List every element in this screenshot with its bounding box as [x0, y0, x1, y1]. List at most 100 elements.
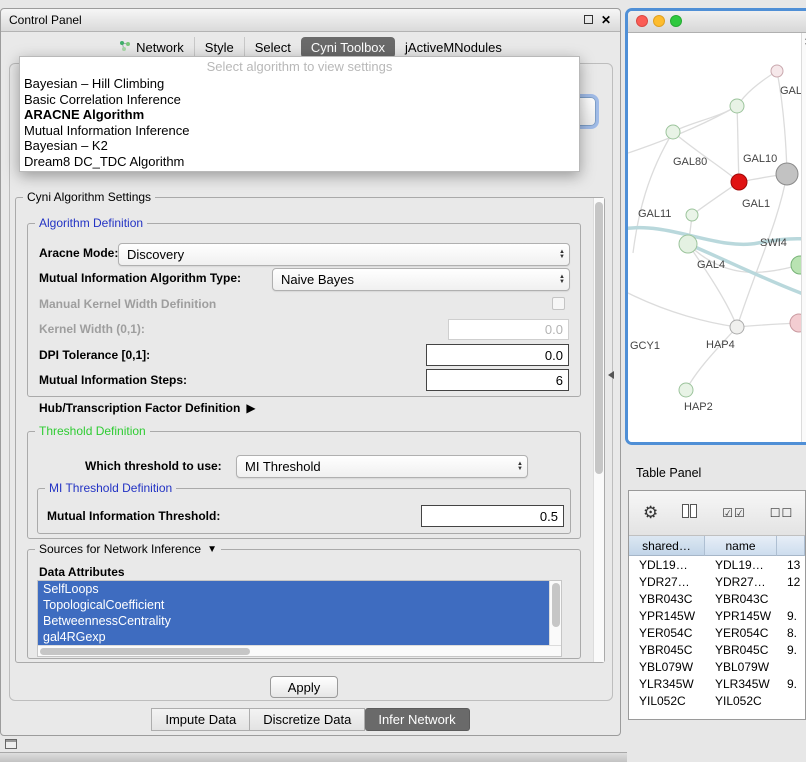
mi-algorithm-type-label: Mutual Information Algorithm Type:: [39, 271, 241, 285]
algorithm-definition-legend: Algorithm Definition: [35, 216, 147, 230]
node-circle[interactable]: [790, 314, 801, 332]
node-circle[interactable]: [730, 99, 744, 113]
attributes-vscrollbar-thumb[interactable]: [552, 583, 560, 627]
zoom-traffic-light[interactable]: [670, 15, 682, 27]
mi-steps-label: Mutual Information Steps:: [39, 373, 187, 387]
tab-select[interactable]: Select: [244, 37, 301, 58]
settings-legend: Cyni Algorithm Settings: [23, 190, 155, 204]
minimized-panel-icon[interactable]: [5, 739, 17, 749]
algorithm-option[interactable]: Mutual Information Inference: [20, 123, 579, 139]
algorithm-dropdown-popup: Select algorithm to view settings Bayesi…: [19, 56, 580, 172]
table-row[interactable]: YLR345WYLR345W9.: [629, 675, 805, 692]
tab-jactivemnodules[interactable]: jActiveMNodules: [395, 37, 512, 58]
column-header-shared-name[interactable]: shared…: [629, 536, 705, 556]
desktop: { "control_panel": { "title": "Control P…: [0, 0, 806, 762]
scroll-down-icon[interactable]: ▼: [802, 42, 806, 49]
column-header-extra[interactable]: [777, 536, 805, 556]
select-all-checkboxes-icon[interactable]: ☑☑: [722, 506, 746, 520]
table-row[interactable]: YPR145WYPR145W9.: [629, 607, 805, 624]
which-threshold-select[interactable]: MI Threshold ▲▼: [236, 455, 528, 478]
gear-icon[interactable]: ⚙: [643, 503, 658, 523]
settings-scrollbar[interactable]: [593, 198, 604, 662]
attributes-hscrollbar[interactable]: [38, 645, 561, 656]
apply-button[interactable]: Apply: [270, 676, 338, 698]
table-row[interactable]: YBR045CYBR045C9.: [629, 641, 805, 658]
table-row[interactable]: YBR043CYBR043C: [629, 590, 805, 607]
mi-algorithm-type-select[interactable]: Naive Bayes ▲▼: [272, 268, 570, 291]
network-window-titlebar[interactable]: [628, 11, 806, 33]
mi-steps-field[interactable]: 6: [426, 369, 569, 391]
table-header-row: shared… name: [629, 536, 805, 556]
close-traffic-light[interactable]: [636, 15, 648, 27]
node-label: GAL4: [697, 259, 725, 271]
tab-infer-network[interactable]: Infer Network: [365, 708, 469, 731]
node-label: GAL1: [742, 198, 770, 210]
mutual-information-threshold-field[interactable]: 0.5: [421, 505, 564, 527]
spinner-arrows-icon: ▲▼: [553, 250, 565, 260]
attribute-item[interactable]: TopologicalCoefficient: [38, 597, 549, 613]
sources-legend[interactable]: Sources for Network Inference ▼: [35, 542, 221, 556]
node-circle[interactable]: [771, 65, 783, 77]
network-vscrollbar[interactable]: ▲ ▼: [801, 33, 806, 443]
mutual-information-threshold-label: Mutual Information Threshold:: [47, 509, 220, 523]
table-row[interactable]: YBL079WYBL079W: [629, 658, 805, 675]
node-label: GAL10: [743, 153, 777, 165]
manual-kernel-width-label: Manual Kernel Width Definition: [39, 297, 216, 311]
node-label: GAL80: [673, 156, 707, 168]
attributes-hscrollbar-thumb[interactable]: [40, 648, 250, 655]
node-label: HAP4: [706, 339, 735, 351]
float-window-icon[interactable]: [584, 15, 593, 24]
table-row[interactable]: YER054CYER054C8.: [629, 624, 805, 641]
tab-network[interactable]: Network: [109, 37, 194, 58]
kernel-width-field[interactable]: 0.0: [448, 319, 569, 340]
node-circle[interactable]: [679, 235, 697, 253]
column-header-name[interactable]: name: [705, 536, 777, 556]
attribute-item[interactable]: SelfLoops: [38, 581, 549, 597]
aracne-mode-select[interactable]: Discovery ▲▼: [118, 243, 570, 266]
attribute-item[interactable]: BetweennessCentrality: [38, 613, 549, 629]
scroll-up-icon[interactable]: ▲: [802, 33, 806, 42]
manual-kernel-width-checkbox[interactable]: [552, 297, 565, 310]
tab-discretize-data[interactable]: Discretize Data: [250, 708, 365, 731]
control-panel-titlebar[interactable]: Control Panel ✕: [1, 9, 620, 32]
hub-section-toggle[interactable]: Hub/Transcription Factor Definition ▶: [39, 401, 256, 415]
node-circle-red[interactable]: [731, 174, 747, 190]
attributes-vscrollbar[interactable]: [549, 581, 561, 645]
tab-impute-data[interactable]: Impute Data: [151, 708, 250, 731]
attribute-item[interactable]: gal4RGexp: [38, 629, 549, 645]
node-circle[interactable]: [679, 383, 693, 397]
add-column-icon[interactable]: [682, 504, 698, 523]
table-row[interactable]: YDR27…YDR27…12: [629, 573, 805, 590]
dpi-tolerance-label: DPI Tolerance [0,1]:: [39, 348, 150, 362]
dpi-tolerance-field[interactable]: 0.0: [426, 344, 569, 366]
tab-cyni-toolbox[interactable]: Cyni Toolbox: [301, 37, 395, 58]
splitter-collapse-icon[interactable]: [608, 371, 614, 379]
algorithm-option[interactable]: Bayesian – Hill Climbing: [20, 76, 579, 92]
node-circle[interactable]: [730, 320, 744, 334]
kernel-width-label: Kernel Width (0,1):: [39, 322, 145, 336]
network-graph[interactable]: GAL80 GAL10 GAL11 GAL1 SWI4 GAL4 GCY1 HA…: [628, 33, 801, 441]
network-view-window: GAL80 GAL10 GAL11 GAL1 SWI4 GAL4 GCY1 HA…: [625, 8, 806, 445]
settings-scrollbar-thumb[interactable]: [595, 202, 603, 474]
table-panel-title: Table Panel: [636, 466, 701, 480]
node-circle[interactable]: [791, 256, 801, 274]
node-circle-hub[interactable]: [776, 163, 798, 185]
deselect-all-checkboxes-icon[interactable]: ☐☐: [770, 506, 794, 520]
algorithm-option[interactable]: Bayesian – K2: [20, 138, 579, 154]
node-circle[interactable]: [686, 209, 698, 221]
close-icon[interactable]: ✕: [601, 13, 611, 27]
data-attributes-list[interactable]: SelfLoops TopologicalCoefficient Between…: [37, 580, 562, 657]
algorithm-option[interactable]: Basic Correlation Inference: [20, 92, 579, 108]
node-circle[interactable]: [666, 125, 680, 139]
bottom-status-bar: [0, 752, 627, 762]
bottom-tabs: Impute Data Discretize Data Infer Networ…: [1, 708, 620, 731]
table-row[interactable]: YDL19…YDL19…13: [629, 556, 805, 573]
algorithm-option[interactable]: Dream8 DC_TDC Algorithm: [20, 154, 579, 170]
aracne-mode-label: Aracne Mode:: [39, 246, 118, 260]
algorithm-option-aracne[interactable]: ARACNE Algorithm: [20, 107, 579, 123]
tab-style[interactable]: Style: [194, 37, 244, 58]
table-toolbar: ⚙ ☑☑ ☐☐: [629, 491, 805, 536]
table-row[interactable]: YIL052CYIL052C: [629, 692, 805, 709]
control-panel: Control Panel ✕ Network Style Select Cyn…: [0, 8, 621, 736]
minimize-traffic-light[interactable]: [653, 15, 665, 27]
